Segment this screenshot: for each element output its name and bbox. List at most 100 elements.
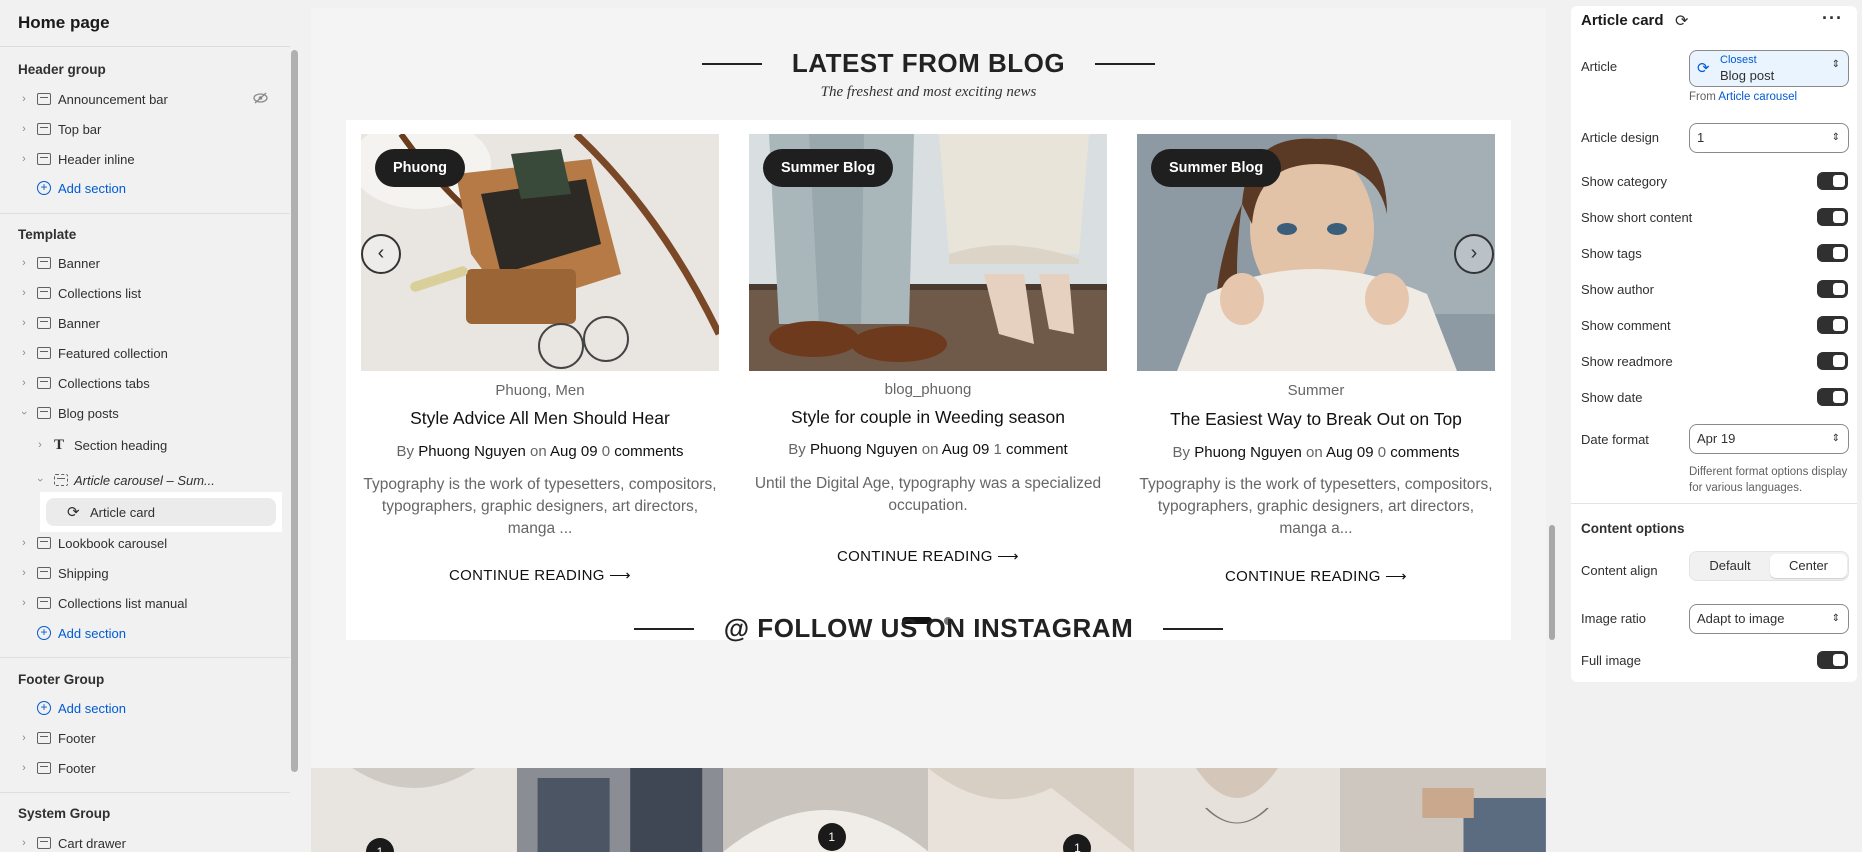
article-label: Article	[1581, 59, 1618, 74]
chevron-right-icon[interactable]: ›	[35, 439, 45, 451]
section-top-bar[interactable]: › Top bar	[0, 116, 290, 142]
instagram-photo[interactable]	[1340, 768, 1546, 852]
show-short-content-toggle[interactable]	[1817, 208, 1848, 226]
chevron-right-icon[interactable]: ›	[19, 732, 29, 744]
chevron-right-icon[interactable]: ›	[19, 377, 29, 389]
continue-reading-link[interactable]: CONTINUE READING ⟶	[749, 547, 1107, 565]
hidden-eye-icon[interactable]	[253, 92, 268, 107]
chevron-right-icon[interactable]: ›	[19, 317, 29, 329]
article-design-value: 1	[1697, 130, 1705, 145]
meta-author[interactable]: Phuong Nguyen	[810, 441, 918, 458]
block-article-card-row[interactable]: ⟳ Article card	[0, 499, 290, 525]
chevron-right-icon[interactable]: ›	[19, 123, 29, 135]
section-collections-tabs[interactable]: › Collections tabs	[0, 370, 290, 396]
content-align-label: Content align	[1581, 563, 1658, 578]
image-ratio-select[interactable]: Adapt to image ⇕	[1689, 604, 1849, 634]
chevron-right-icon[interactable]: ›	[19, 837, 29, 849]
settings-panel: Article card ⟳ ··· Article ⟳ Closest Blo…	[1571, 6, 1857, 682]
align-default-option[interactable]: Default	[1690, 552, 1770, 580]
chevron-right-icon[interactable]: ›	[19, 762, 29, 774]
block-label: Section heading	[74, 437, 168, 453]
section-banner[interactable]: › Banner	[0, 250, 290, 276]
article-title[interactable]: Style Advice All Men Should Hear	[361, 408, 719, 429]
divider	[0, 792, 290, 793]
instagram-photo[interactable]: 1	[311, 768, 517, 852]
category-tag[interactable]: Phuong	[375, 149, 465, 187]
article-category[interactable]: blog_phuong	[749, 381, 1107, 398]
article-design-select[interactable]: 1 ⇕	[1689, 123, 1849, 153]
carousel-next-button[interactable]: ›	[1454, 234, 1494, 274]
meta-comments[interactable]: comments	[614, 443, 683, 460]
chevron-right-icon[interactable]: ›	[19, 153, 29, 165]
section-announcement-bar[interactable]: › Announcement bar	[0, 86, 290, 112]
section-footer-2[interactable]: › Footer	[0, 755, 290, 781]
category-tag[interactable]: Summer Blog	[1151, 149, 1282, 187]
refresh-icon[interactable]: ⟳	[1675, 11, 1688, 31]
show-comment-toggle[interactable]	[1817, 316, 1848, 334]
chevron-right-icon[interactable]: ›	[19, 597, 29, 609]
block-section-heading[interactable]: › T Section heading	[0, 432, 290, 458]
preview-scrollbar[interactable]	[1549, 525, 1555, 640]
continue-reading-link[interactable]: CONTINUE READING ⟶	[361, 566, 719, 584]
heading-rule	[1095, 62, 1156, 65]
carousel-prev-button[interactable]: ‹	[361, 234, 401, 274]
from-text: From	[1689, 91, 1716, 103]
instagram-photo[interactable]: 1	[722, 768, 929, 852]
article-source-select[interactable]: ⟳ Closest Blog post ⇕	[1689, 50, 1849, 87]
article-title[interactable]: The Easiest Way to Break Out on Top	[1137, 409, 1495, 430]
chevron-right-icon[interactable]: ›	[19, 567, 29, 579]
section-collections-list-manual[interactable]: › Collections list manual	[0, 590, 290, 616]
article-category[interactable]: Summer	[1137, 382, 1495, 399]
theme-preview: LATEST FROM BLOG The freshest and most e…	[311, 8, 1546, 852]
section-cart-drawer[interactable]: › Cart drawer	[0, 830, 290, 852]
chevron-right-icon[interactable]: ›	[19, 287, 29, 299]
instagram-photo[interactable]	[516, 768, 723, 852]
chevron-right-icon[interactable]: ›	[19, 347, 29, 359]
meta-author[interactable]: Phuong Nguyen	[1194, 444, 1302, 461]
add-section-template[interactable]: + Add section	[0, 620, 290, 646]
article-value: Blog post	[1720, 68, 1775, 83]
article-category[interactable]: Phuong, Men	[361, 382, 719, 399]
block-article-carousel[interactable]: › Article carousel – Sum...	[0, 467, 290, 493]
section-footer[interactable]: › Footer	[0, 725, 290, 751]
chevron-down-icon[interactable]: ›	[34, 475, 46, 485]
add-section-header[interactable]: + Add section	[0, 175, 290, 201]
section-lookbook-carousel[interactable]: › Lookbook carousel	[0, 530, 290, 556]
chevron-down-icon[interactable]: ›	[18, 408, 30, 418]
section-banner-2[interactable]: › Banner	[0, 310, 290, 336]
category-tag[interactable]: Summer Blog	[763, 149, 894, 187]
section-collections-list[interactable]: › Collections list	[0, 280, 290, 306]
show-tags-toggle[interactable]	[1817, 244, 1848, 262]
section-shipping[interactable]: › Shipping	[0, 560, 290, 586]
chevron-right-icon[interactable]: ›	[19, 537, 29, 549]
section-featured-collection[interactable]: › Featured collection	[0, 340, 290, 366]
show-author-toggle[interactable]	[1817, 280, 1848, 298]
full-image-toggle[interactable]	[1817, 651, 1848, 669]
meta-author[interactable]: Phuong Nguyen	[418, 443, 526, 460]
section-icon	[37, 123, 51, 135]
add-section-footer[interactable]: + Add section	[0, 695, 290, 721]
show-category-toggle[interactable]	[1817, 172, 1848, 190]
align-center-option[interactable]: Center	[1770, 554, 1847, 578]
meta-comments[interactable]: comments	[1390, 444, 1459, 461]
section-icon	[37, 287, 51, 299]
article-meta: By Phuong Nguyen on Aug 09 0 comments	[1137, 444, 1495, 461]
sidebar-scrollbar[interactable]	[291, 50, 298, 772]
section-blog-posts[interactable]: › Blog posts	[0, 400, 290, 426]
continue-reading-link[interactable]: CONTINUE READING ⟶	[1137, 567, 1495, 585]
date-format-select[interactable]: Apr 19 ⇕	[1689, 424, 1849, 454]
more-options-icon[interactable]: ···	[1822, 8, 1843, 29]
section-icon	[37, 317, 51, 329]
article-title[interactable]: Style for couple in Weeding season	[749, 407, 1107, 428]
chevron-right-icon[interactable]: ›	[19, 257, 29, 269]
meta-comments[interactable]: comment	[1006, 441, 1068, 458]
section-label: Blog posts	[58, 405, 119, 421]
instagram-photo[interactable]: 1	[928, 768, 1135, 852]
show-date-toggle[interactable]	[1817, 388, 1848, 406]
instagram-photo[interactable]	[1134, 768, 1341, 852]
section-header-inline[interactable]: › Header inline	[0, 146, 290, 172]
heading-rule	[633, 627, 694, 630]
from-link[interactable]: Article carousel	[1718, 91, 1797, 103]
show-readmore-toggle[interactable]	[1817, 352, 1848, 370]
chevron-right-icon[interactable]: ›	[19, 93, 29, 105]
